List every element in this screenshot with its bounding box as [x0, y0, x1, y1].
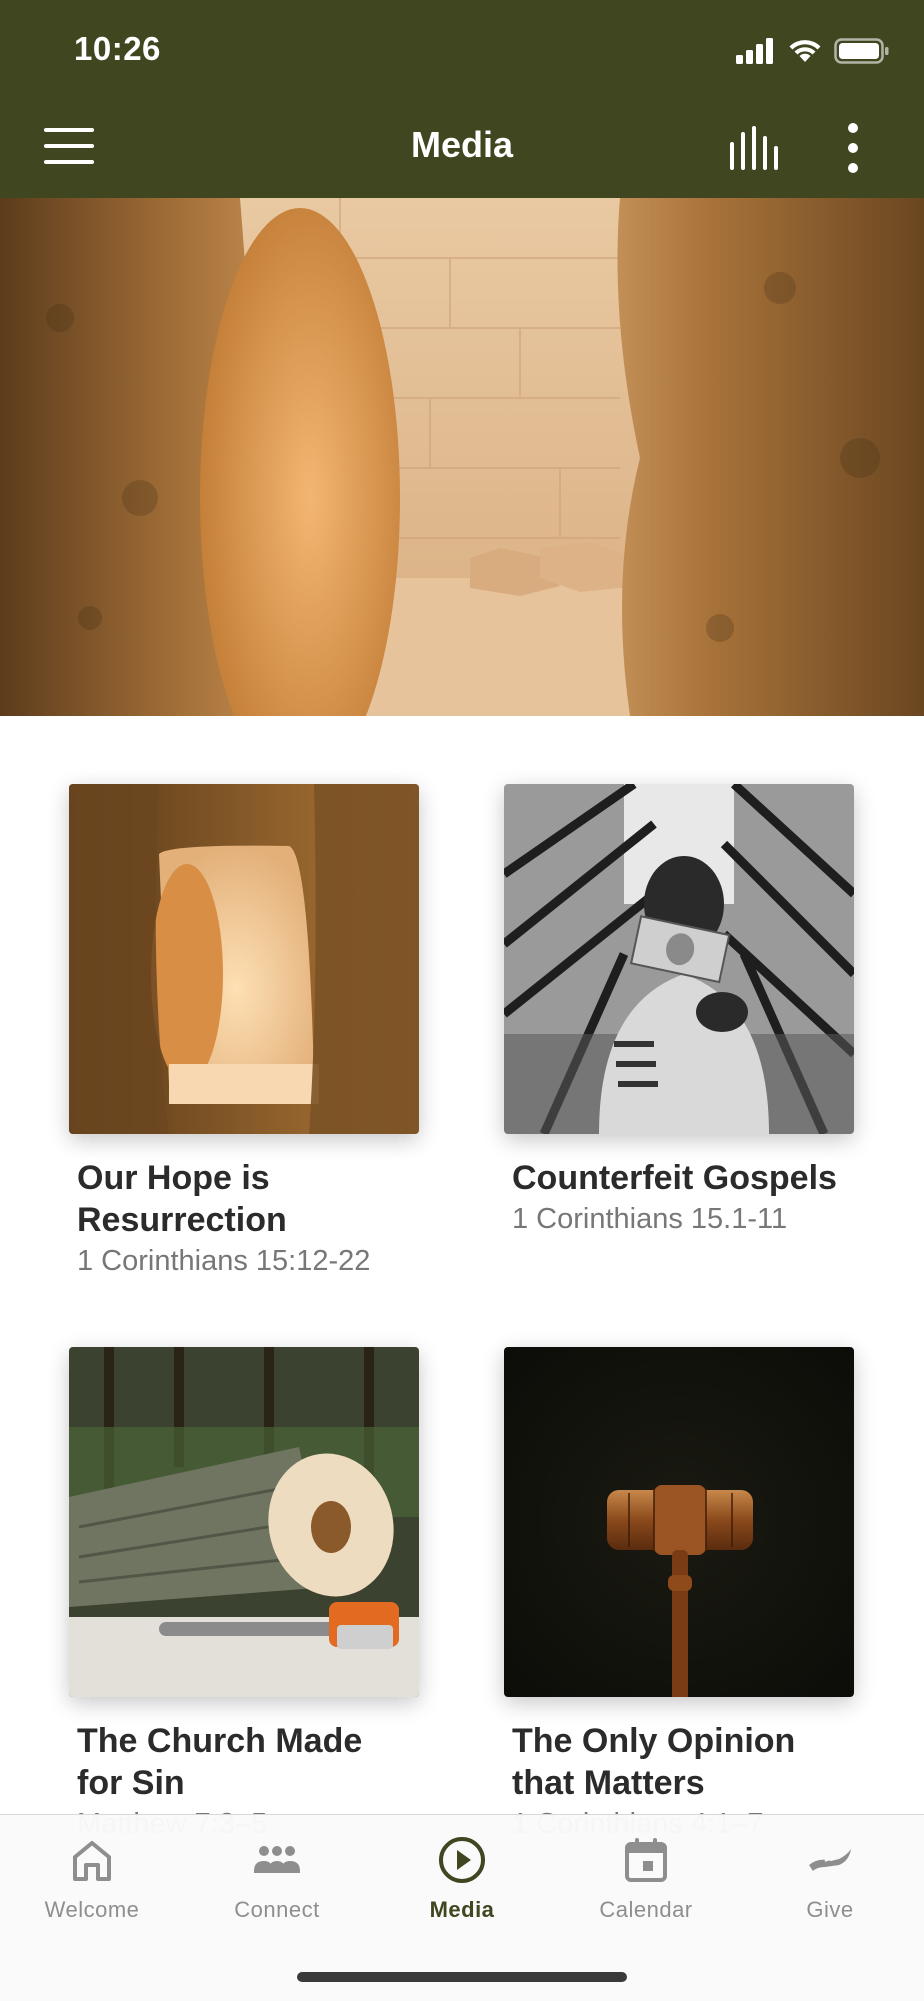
tab-give[interactable]: Give: [750, 1835, 910, 1945]
status-time: 10:26: [74, 30, 161, 67]
media-title: Our Hope is Resurrection: [77, 1159, 287, 1239]
play-circle-icon: [439, 1837, 485, 1883]
media-scripture: 1 Corinthians 15.1-11: [512, 1203, 788, 1235]
tab-label: Welcome: [44, 1897, 140, 1922]
audio-levels-icon[interactable]: [728, 126, 782, 170]
media-card[interactable]: Counterfeit Gospels 1 Corinthians 15.1-1…: [501, 780, 858, 1237]
tab-calendar[interactable]: Calendar: [566, 1835, 726, 1945]
hero-image-empty-tomb: [0, 198, 924, 716]
tab-welcome[interactable]: Welcome: [12, 1835, 172, 1945]
media-title: The Only Opinion that Matters: [512, 1722, 796, 1802]
status-icons: [736, 34, 890, 68]
media-thumbnail-gavel: [504, 1347, 854, 1700]
wifi-icon: [789, 40, 821, 62]
media-card[interactable]: The Only Opinion that Matters 1 Corinthi…: [504, 1347, 854, 1842]
media-card[interactable]: The Church Made for Sin Matthew 7:3–5: [69, 1347, 419, 1842]
media-thumbnail-counterfeit-money: [501, 780, 858, 1136]
home-indicator: [297, 1972, 627, 1982]
cellular-signal-icon: [736, 38, 773, 64]
media-thumbnail-tomb: [69, 784, 419, 1134]
media-thumbnail-felled-tree: [69, 1347, 419, 1697]
people-icon: [254, 1846, 300, 1873]
media-card[interactable]: Our Hope is Resurrection 1 Corinthians 1…: [69, 784, 419, 1279]
media-scripture: 1 Corinthians 15:12-22: [77, 1245, 371, 1277]
tab-connect[interactable]: Connect: [197, 1835, 357, 1945]
tab-label: Media: [429, 1897, 495, 1922]
tab-media[interactable]: Media: [382, 1835, 542, 1945]
app-header: 10:26 Media: [0, 0, 924, 198]
more-options-icon[interactable]: [838, 122, 868, 174]
media-title: Counterfeit Gospels: [512, 1159, 837, 1197]
tab-label: Calendar: [599, 1897, 693, 1922]
media-title: The Church Made for Sin: [77, 1722, 363, 1802]
calendar-icon: [625, 1838, 667, 1882]
tab-label: Give: [806, 1897, 854, 1922]
home-icon: [73, 1841, 111, 1881]
page-title: Media: [410, 124, 514, 165]
giving-hand-icon: [809, 1849, 851, 1871]
tab-label: Connect: [234, 1897, 320, 1922]
battery-icon: [834, 38, 889, 64]
